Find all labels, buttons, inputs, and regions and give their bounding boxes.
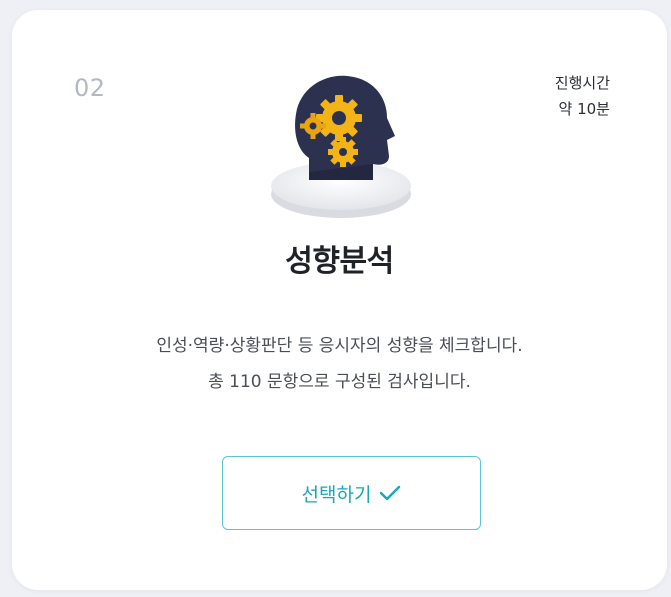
select-button[interactable]: 선택하기 [222, 456, 481, 530]
duration-info: 진행시간 약 10분 [555, 70, 610, 122]
duration-value: 약 10분 [558, 100, 610, 118]
card-description: 인성·역량·상황판단 등 응시자의 성향을 체크합니다. 총 110 문항으로 … [12, 328, 667, 400]
test-card: 02 진행시간 약 10분 성향분석 인성·역량·상황판단 등 응시자의 성향을… [12, 10, 667, 590]
card-title: 성향분석 [285, 244, 394, 279]
description-line-1: 인성·역량·상황판단 등 응시자의 성향을 체크합니다. [156, 336, 523, 356]
description-line-2: 총 110 문항으로 구성된 검사입니다. [208, 372, 471, 392]
select-button-label: 선택하기 [301, 483, 372, 506]
check-icon [379, 484, 401, 502]
duration-label: 진행시간 [554, 74, 610, 92]
head-gears-icon [269, 62, 419, 222]
step-number: 02 [74, 74, 106, 102]
